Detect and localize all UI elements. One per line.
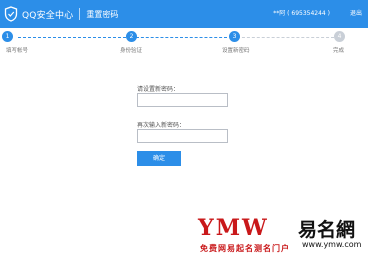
page-title: 重置密码 [86,9,119,19]
new-password-label: 请设置新密码： [137,86,180,93]
step-connector [136,37,227,38]
step-connector [237,37,334,38]
brand: QQ安全中心 重置密码 [4,5,118,23]
title-divider [79,8,81,20]
step-3-circle: 3 [229,31,240,42]
watermark-logo: YMW 易名網 免费网易起名测名门户 www.ymw.com [198,212,366,256]
confirm-password-label: 再次输入新密码： [137,122,186,129]
new-password-input[interactable] [137,93,228,107]
step-2-circle: 2 [126,31,137,42]
step-connector [18,37,126,38]
logout-link[interactable]: 退出 [350,8,362,17]
step-3-label: 设置新密码 [222,48,250,54]
app-title: QQ安全中心 [22,10,74,21]
watermark-url: www.ymw.com [302,240,362,249]
step-4-label: 完成 [333,48,345,54]
step-4-circle: 4 [334,31,345,42]
header-bar: QQ安全中心 重置密码 **阿 ( 695354244 ) 退出 [0,0,368,28]
step-2-label: 身份验证 [120,48,143,54]
step-1-label: 填写帐号 [6,48,29,54]
progress-steps: 1 2 3 4 填写帐号 身份验证 设置新密码 完成 [0,29,368,55]
watermark-cjk: 易名網 [298,219,356,241]
user-account: **阿 ( 695354244 ) [273,10,330,17]
watermark-latin: YMW [198,215,269,241]
shield-icon [4,6,18,22]
confirm-password-input[interactable] [137,129,228,143]
watermark-slogan: 免费网易起名测名门户 [200,244,290,253]
step-1-circle: 1 [2,31,13,42]
confirm-button[interactable]: 确定 [137,151,181,166]
